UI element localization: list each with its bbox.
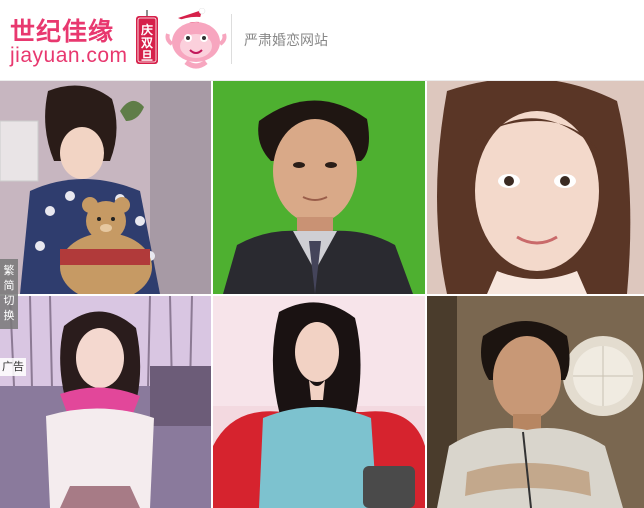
profile-photo-3[interactable] — [427, 81, 644, 294]
profile-photo-1[interactable] — [0, 81, 211, 294]
mascot-icon — [165, 8, 227, 69]
logo-text: 世纪佳缘 — [10, 17, 115, 46]
profile-photo-5[interactable] — [213, 296, 425, 508]
profile-photo-grid: 繁简切换 广告 — [0, 81, 644, 508]
header-divider — [231, 14, 232, 64]
profile-photo-2[interactable] — [213, 81, 425, 294]
site-tagline: 严肃婚恋网站 — [244, 33, 328, 49]
site-header: 世纪佳缘 jiayuan.com 庆双旦 严肃婚恋网站 — [0, 0, 644, 81]
ad-label: 广告 — [0, 358, 26, 376]
page: 世纪佳缘 jiayuan.com 庆双旦 严肃婚恋网站 繁简切换 广告 — [0, 0, 644, 508]
stamp-text: 庆双旦 — [140, 23, 153, 63]
site-logo[interactable]: 世纪佳缘 jiayuan.com 庆双旦 — [8, 8, 230, 74]
profile-photo-4[interactable] — [0, 296, 211, 508]
logo-domain: jiayuan.com — [10, 44, 128, 67]
profile-photo-6[interactable] — [427, 296, 644, 508]
simplified-traditional-toggle[interactable]: 繁简切换 — [0, 259, 18, 329]
